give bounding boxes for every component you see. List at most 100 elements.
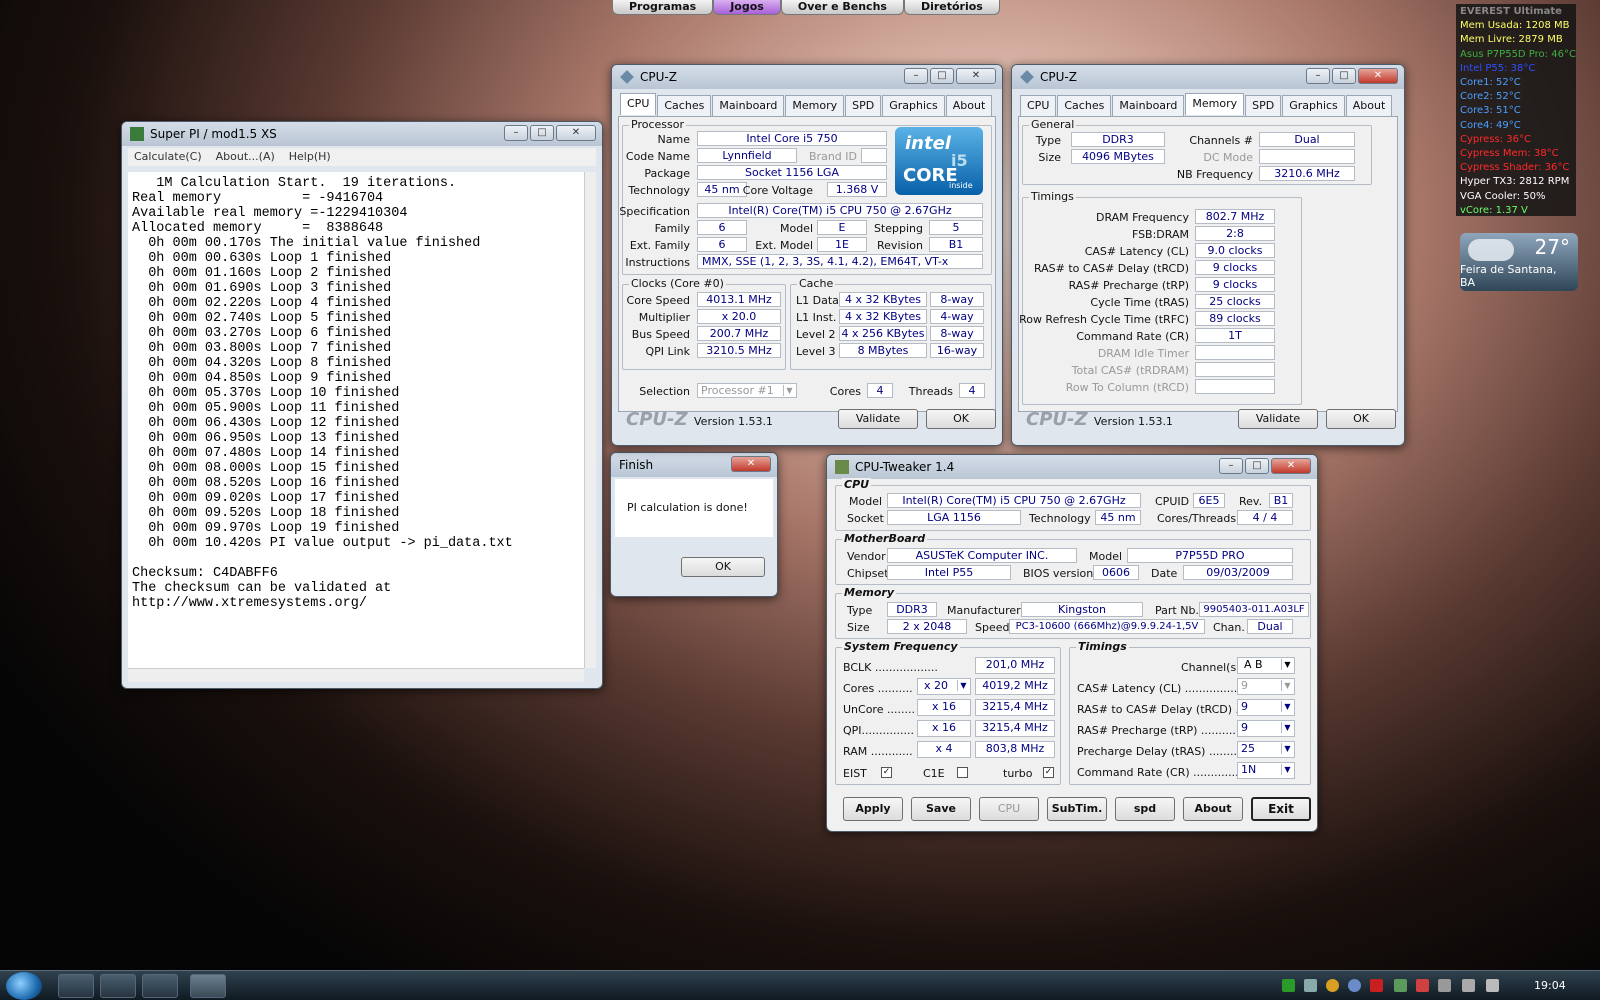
tray-display-icon[interactable] xyxy=(1462,979,1475,992)
menu-about[interactable]: About...(A) xyxy=(216,148,275,166)
about-button[interactable]: About xyxy=(1183,797,1243,821)
save-button[interactable]: Save xyxy=(911,797,971,821)
tw-channels-select[interactable]: A B ▼ xyxy=(1237,657,1295,674)
maximize-button[interactable]: □ xyxy=(530,125,554,141)
everest-line: Mem Usada: 1208 MB xyxy=(1460,20,1570,32)
exit-button[interactable]: Exit xyxy=(1251,797,1311,821)
superpi-window: Super PI / mod1.5 XS – □ ✕ Calculate(C) … xyxy=(121,121,603,689)
technology-label: Technology xyxy=(628,184,690,197)
tab-spd[interactable]: SPD xyxy=(1245,95,1282,117)
validate-button[interactable]: Validate xyxy=(838,409,918,429)
finish-titlebar[interactable]: Finish ✕ xyxy=(611,453,777,477)
tab-cpu[interactable]: CPU xyxy=(620,93,657,115)
minimize-button[interactable]: – xyxy=(1219,458,1243,474)
cpuz-titlebar[interactable]: CPU-Z – □ ✕ xyxy=(1012,65,1404,89)
tw-trp-select[interactable]: 9 ▼ xyxy=(1237,720,1295,737)
tray-ati-icon[interactable] xyxy=(1370,979,1383,992)
close-button[interactable]: ✕ xyxy=(731,456,771,472)
type-label: Type xyxy=(1035,134,1061,147)
taskbar: 19:04 xyxy=(0,970,1600,1000)
tab-spd[interactable]: SPD xyxy=(845,95,882,117)
vertical-scrollbar[interactable] xyxy=(584,172,596,668)
tray-flag-icon[interactable] xyxy=(1416,979,1429,992)
core-speed-value: 4013.1 MHz xyxy=(697,292,781,307)
minimize-button[interactable]: – xyxy=(1306,68,1330,84)
tab-mainboard[interactable]: Mainboard xyxy=(1112,95,1185,117)
tab-memory[interactable]: Memory xyxy=(1185,93,1245,115)
launcher-over-e-benchs[interactable]: Over e Benchs xyxy=(780,0,904,15)
close-button[interactable]: ✕ xyxy=(1358,68,1398,84)
tray-gear-icon[interactable] xyxy=(1348,979,1361,992)
explorer-taskbar-icon[interactable] xyxy=(58,974,94,998)
spd-button[interactable]: spd xyxy=(1115,797,1175,821)
superpi-output: 1M Calculation Start. 19 iterations. Rea… xyxy=(128,172,586,668)
apply-button[interactable]: Apply xyxy=(843,797,903,821)
tw-trcd-select[interactable]: 9 ▼ xyxy=(1237,699,1295,716)
channels-label: Channels # xyxy=(1189,134,1253,147)
tray-info-icon[interactable] xyxy=(1326,979,1339,992)
taskbar-clock[interactable]: 19:04 xyxy=(1534,979,1566,992)
tab-cpu[interactable]: CPU xyxy=(1020,95,1057,117)
close-button[interactable]: ✕ xyxy=(956,68,996,84)
tab-about[interactable]: About xyxy=(945,95,993,117)
tw-cores-multiplier-select[interactable]: x 20 ▼ xyxy=(917,678,971,695)
tw-cr-select[interactable]: 1N ▼ xyxy=(1237,762,1295,779)
bus-speed-label: Bus Speed xyxy=(631,328,690,341)
tab-caches[interactable]: Caches xyxy=(1057,95,1112,117)
tray-green-icon[interactable] xyxy=(1282,979,1295,992)
tw-c1e-checkbox[interactable] xyxy=(957,767,968,778)
timing-value: 9.0 clocks xyxy=(1195,243,1275,258)
subtim-button[interactable]: SubTim. xyxy=(1047,797,1107,821)
tw-qpi-label: QPI............... xyxy=(843,724,914,737)
tab-caches[interactable]: Caches xyxy=(657,95,712,117)
tweaker-taskbar-icon[interactable] xyxy=(190,974,226,998)
tab-graphics[interactable]: Graphics xyxy=(1282,95,1345,117)
ok-button[interactable]: OK xyxy=(926,409,996,429)
launcher-diretorios[interactable]: Diretórios xyxy=(903,0,1000,15)
tab-memory[interactable]: Memory xyxy=(785,95,845,117)
horizontal-scrollbar[interactable] xyxy=(128,668,584,682)
maximize-button[interactable]: □ xyxy=(1332,68,1356,84)
tw-cl-select[interactable]: 9 ▼ xyxy=(1237,678,1295,695)
maximize-button[interactable]: □ xyxy=(930,68,954,84)
launcher-programas[interactable]: Programas xyxy=(612,0,714,15)
everest-line: VGA Cooler: 50% xyxy=(1460,190,1546,202)
menu-help[interactable]: Help(H) xyxy=(289,148,331,166)
tray-monitor-icon[interactable] xyxy=(1394,979,1407,992)
tw-trcd-value: 9 xyxy=(1241,700,1248,713)
tab-about[interactable]: About xyxy=(1345,95,1393,117)
start-orb-icon[interactable] xyxy=(6,972,42,1000)
superpi-taskbar-icon[interactable] xyxy=(100,974,136,998)
cpu-button[interactable]: CPU xyxy=(979,797,1039,821)
validate-button[interactable]: Validate xyxy=(1238,409,1318,429)
tw-tras-select[interactable]: 25 ▼ xyxy=(1237,741,1295,758)
ok-button[interactable]: OK xyxy=(681,557,765,577)
ok-button[interactable]: OK xyxy=(1326,409,1396,429)
minimize-button[interactable]: – xyxy=(904,68,928,84)
cpuz-titlebar[interactable]: CPU-Z – □ ✕ xyxy=(612,65,1002,89)
tw-mb-model-label: Model xyxy=(1089,550,1123,563)
launcher-jogos[interactable]: Jogos xyxy=(713,0,781,15)
close-button[interactable]: ✕ xyxy=(1271,458,1311,474)
tray-network-icon[interactable] xyxy=(1304,979,1317,992)
cpuz-cpu-panel: Processor Name Intel Core i5 750 Code Na… xyxy=(618,116,996,412)
tweaker-titlebar[interactable]: CPU-Tweaker 1.4 – □ ✕ xyxy=(827,455,1317,479)
tw-cores-multiplier-value: x 20 xyxy=(924,679,949,692)
tw-qpi-freq-value: 3215,4 MHz xyxy=(975,720,1055,737)
tray-volume-icon[interactable] xyxy=(1486,979,1499,992)
tw-turbo-checkbox[interactable]: ✓ xyxy=(1043,767,1054,778)
tw-eist-checkbox[interactable]: ✓ xyxy=(881,767,892,778)
minimize-button[interactable]: – xyxy=(504,125,528,141)
tab-graphics[interactable]: Graphics xyxy=(882,95,945,117)
weather-gadget[interactable]: 27° Feira de Santana, BA xyxy=(1460,233,1578,291)
processor-select[interactable]: Processor #1 ▼ xyxy=(697,383,797,398)
menu-calculate[interactable]: Calculate(C) xyxy=(134,148,202,166)
tab-mainboard[interactable]: Mainboard xyxy=(712,95,785,117)
tw-manufacturer-label: Manufacturer xyxy=(947,604,1021,617)
close-button[interactable]: ✕ xyxy=(556,125,596,141)
cpuz-taskbar-icon[interactable] xyxy=(142,974,178,998)
tray-shield-icon[interactable] xyxy=(1438,979,1451,992)
superpi-titlebar[interactable]: Super PI / mod1.5 XS – □ ✕ xyxy=(122,122,602,146)
maximize-button[interactable]: □ xyxy=(1245,458,1269,474)
package-value: Socket 1156 LGA xyxy=(697,165,887,180)
